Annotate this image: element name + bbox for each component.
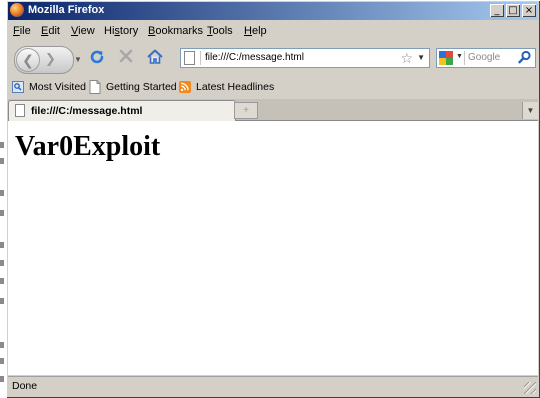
navigation-toolbar: ❮ ❯ ▼ file:///C:/message.html ☆ ▼ ▼ Goog… <box>8 43 538 75</box>
url-bar[interactable]: file:///C:/message.html ☆ ▼ <box>180 48 430 68</box>
page-icon <box>89 80 101 94</box>
url-dropdown-icon[interactable]: ▼ <box>417 53 425 62</box>
forward-icon[interactable]: ❯ <box>45 51 56 67</box>
home-icon[interactable] <box>144 48 166 70</box>
tab-list-dropdown-icon[interactable]: ▼ <box>522 102 538 119</box>
search-input[interactable]: Google <box>468 52 500 63</box>
search-icon[interactable] <box>518 50 532 64</box>
menu-history[interactable]: History <box>104 25 138 37</box>
rss-feed-icon <box>179 81 191 93</box>
url-input[interactable]: file:///C:/message.html <box>205 52 304 63</box>
firefox-window: Mozilla Firefox _ □ × File Edit View His… <box>6 0 540 398</box>
page-content: Var0Exploit <box>8 121 538 375</box>
bookmark-label: Most Visited <box>29 81 86 93</box>
stop-icon[interactable] <box>115 48 137 70</box>
menu-edit[interactable]: Edit <box>41 25 60 37</box>
menu-bar: File Edit View History Bookmarks Tools H… <box>8 22 538 41</box>
firefox-logo-icon <box>10 3 24 17</box>
window-title: Mozilla Firefox <box>28 4 105 16</box>
url-separator <box>200 51 201 65</box>
bookmark-label: Getting Started <box>106 81 177 93</box>
title-bar[interactable]: Mozilla Firefox _ □ × <box>8 2 538 20</box>
bookmarks-toolbar: Most Visited Getting Started Latest Head… <box>8 77 538 97</box>
status-bar: Done <box>8 376 538 396</box>
reload-icon[interactable] <box>86 48 108 70</box>
page-icon <box>15 104 25 117</box>
back-icon[interactable]: ❮ <box>16 48 40 72</box>
menu-bookmarks[interactable]: Bookmarks <box>148 25 203 37</box>
tab-strip: file:///C:/message.html + ▼ <box>8 99 538 121</box>
bookmark-star-icon[interactable]: ☆ <box>400 49 413 67</box>
search-bar[interactable]: ▼ Google <box>436 48 536 68</box>
minimize-button[interactable]: _ <box>490 4 504 17</box>
new-tab-button[interactable]: + <box>234 102 258 119</box>
history-dropdown-icon[interactable]: ▼ <box>74 55 82 64</box>
maximize-button[interactable]: □ <box>506 4 520 17</box>
resize-grip-icon[interactable] <box>524 382 536 394</box>
tab-label: file:///C:/message.html <box>31 105 143 117</box>
menu-file[interactable]: File <box>13 25 31 37</box>
bookmark-label: Latest Headlines <box>196 81 275 93</box>
close-button[interactable]: × <box>522 4 536 17</box>
menu-help[interactable]: Help <box>244 25 267 37</box>
menu-view[interactable]: View <box>71 25 95 37</box>
search-separator <box>464 51 465 65</box>
most-visited-icon <box>12 81 24 93</box>
google-icon[interactable] <box>439 51 453 65</box>
page-identity-icon[interactable] <box>184 51 195 65</box>
tab-active[interactable]: file:///C:/message.html <box>8 100 236 121</box>
back-forward-group: ❮ ❯ <box>14 46 74 74</box>
page-heading: Var0Exploit <box>15 131 161 162</box>
status-text: Done <box>12 380 38 392</box>
menu-tools[interactable]: Tools <box>207 25 233 37</box>
search-engine-dropdown-icon[interactable]: ▼ <box>456 53 463 60</box>
